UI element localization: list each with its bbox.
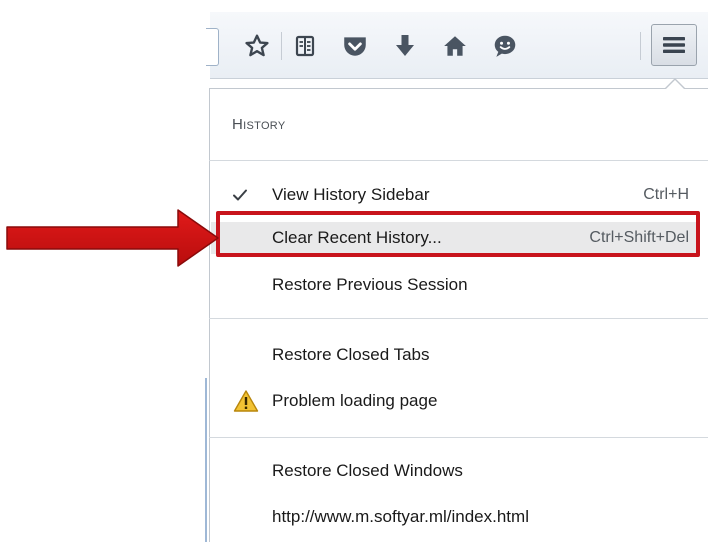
highlight-annotation-box <box>216 211 700 257</box>
toolbar-separator <box>640 32 641 60</box>
reading-list-icon[interactable] <box>289 30 321 62</box>
item-label: View History Sidebar <box>272 185 430 204</box>
pocket-icon[interactable] <box>339 30 371 62</box>
chat-icon[interactable] <box>489 30 521 62</box>
panel-title: History <box>232 116 286 133</box>
item-shortcut: Ctrl+H <box>643 186 689 203</box>
item-label: http://www.m.softyar.ml/index.html <box>272 507 529 526</box>
checkmark-icon <box>225 188 255 202</box>
restore-previous-session-item[interactable]: Restore Previous Session <box>211 268 697 302</box>
divider <box>209 160 708 161</box>
hamburger-menu-icon <box>663 37 685 53</box>
url-bar-edge[interactable] <box>206 28 219 66</box>
panel-arrow-fill <box>665 80 685 90</box>
item-label: Restore Closed Tabs <box>272 345 430 364</box>
home-icon[interactable] <box>439 30 471 62</box>
restore-closed-windows-item[interactable]: Restore Closed Windows <box>211 454 697 488</box>
screenshot-stage: History View History Sidebar Ctrl+H Clea… <box>0 0 708 542</box>
divider <box>209 437 708 438</box>
item-label: Restore Closed Windows <box>272 461 463 480</box>
download-icon[interactable] <box>389 30 421 62</box>
item-label: Restore Previous Session <box>272 275 468 294</box>
closed-tab-item[interactable]: Problem loading page <box>211 384 697 418</box>
restore-closed-tabs-item[interactable]: Restore Closed Tabs <box>211 338 697 372</box>
view-history-sidebar-item[interactable]: View History Sidebar Ctrl+H <box>211 178 697 212</box>
divider <box>209 318 708 319</box>
star-icon[interactable] <box>241 30 273 62</box>
closed-window-item[interactable]: http://www.m.softyar.ml/index.html <box>211 500 697 534</box>
red-arrow-annotation <box>6 209 219 267</box>
window-edge-line <box>205 378 207 542</box>
warning-icon <box>231 389 261 413</box>
toolbar-separator <box>281 32 282 60</box>
item-label: Problem loading page <box>272 391 438 410</box>
hamburger-menu-button[interactable] <box>651 24 697 66</box>
